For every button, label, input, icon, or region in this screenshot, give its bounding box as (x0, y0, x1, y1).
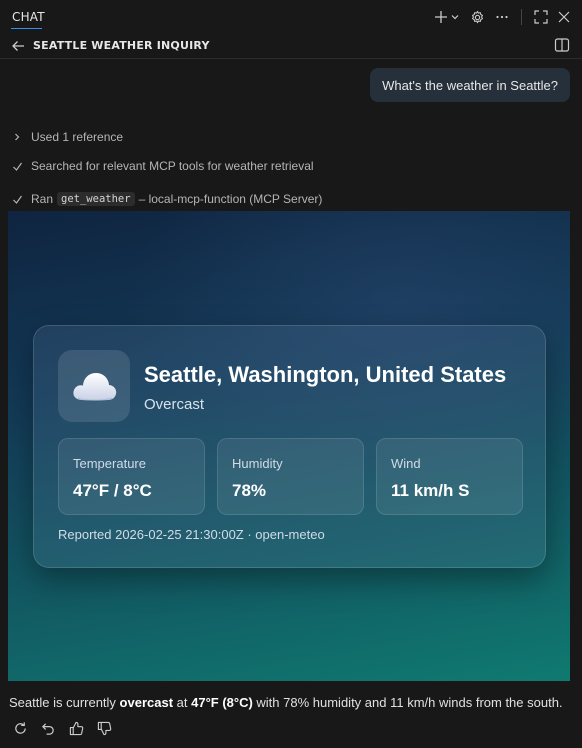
metric-value: 78% (232, 481, 267, 500)
tool-name: get_weather (57, 192, 135, 206)
title-bar-actions (434, 7, 570, 27)
undo-icon (41, 722, 54, 735)
references-label: Used 1 reference (31, 130, 124, 144)
assistant-response: Seattle is currently overcast at 47°F (8… (9, 695, 563, 710)
ellipsis-icon (496, 15, 508, 19)
maximize-button[interactable] (534, 7, 548, 27)
response-actions (12, 720, 112, 736)
metric-label: Wind (391, 456, 421, 471)
check-icon (12, 161, 28, 172)
user-message: What's the weather in Seattle? (370, 68, 570, 102)
thumbs-up-icon (69, 721, 83, 735)
separator (521, 9, 522, 25)
humidity-metric: Humidity 78% (217, 438, 364, 515)
tab-active-indicator (11, 28, 42, 29)
close-icon (558, 11, 570, 23)
tab-chat[interactable]: CHAT (12, 10, 45, 24)
weather-icon-tile (58, 350, 130, 422)
weather-card: Seattle, Washington, United States Overc… (33, 325, 546, 568)
location-name: Seattle, Washington, United States (144, 362, 507, 387)
thumbs-down-button[interactable] (96, 720, 112, 736)
close-button[interactable] (558, 7, 570, 27)
answer-text: Seattle is currently (9, 695, 120, 710)
back-button[interactable] (11, 38, 25, 57)
tool-run-suffix: – local-mcp-function (MCP Server) (138, 192, 323, 206)
metric-value: 11 km/h S (391, 481, 470, 500)
answer-bold-temperature: 47°F (8°C) (191, 695, 253, 710)
chat-header: SEATTLE WEATHER INQUIRY (0, 34, 582, 59)
refresh-icon (14, 721, 26, 734)
search-label: Searched for relevant MCP tools for weat… (31, 159, 314, 173)
more-button[interactable] (495, 7, 509, 27)
metric-label: Humidity (232, 456, 283, 471)
maximize-icon (534, 10, 548, 24)
metric-label: Temperature (73, 456, 146, 471)
tool-run-step: Ran get_weather – local-mcp-function (MC… (12, 192, 322, 206)
thumbs-down-icon (97, 721, 111, 735)
undo-button[interactable] (40, 720, 56, 736)
references-step[interactable]: Used 1 reference (12, 130, 123, 144)
gear-icon (472, 10, 483, 23)
tool-run-prefix: Ran (31, 192, 54, 206)
wind-metric: Wind 11 km/h S (376, 438, 523, 515)
panel-layout-icon (554, 38, 570, 52)
answer-bold-condition: overcast (119, 695, 174, 710)
answer-text: with 78% humidity and 11 km/h winds from… (252, 695, 563, 710)
search-step: Searched for relevant MCP tools for weat… (12, 159, 314, 173)
temperature-metric: Temperature 47°F / 8°C (58, 438, 205, 515)
check-icon (12, 194, 28, 205)
metric-value: 47°F / 8°C (73, 481, 152, 500)
reported-timestamp: Reported 2026-02-25 21:30:00Z · open-met… (58, 527, 325, 542)
chevron-down-icon (451, 15, 459, 20)
title-bar: CHAT (0, 0, 582, 34)
arrow-left-icon (12, 41, 24, 51)
page-title: SEATTLE WEATHER INQUIRY (33, 39, 210, 52)
settings-button[interactable] (470, 7, 485, 27)
retry-button[interactable] (12, 720, 28, 736)
thumbs-up-button[interactable] (68, 720, 84, 736)
chevron-right-icon (12, 132, 28, 142)
new-chat-button[interactable] (434, 7, 460, 27)
weather-condition: Overcast (144, 396, 205, 413)
weather-widget: Seattle, Washington, United States Overc… (8, 211, 570, 681)
answer-text: at (173, 695, 192, 710)
toggle-panel-button[interactable] (554, 37, 570, 57)
plus-icon (435, 11, 447, 23)
cloud-icon (73, 373, 117, 401)
